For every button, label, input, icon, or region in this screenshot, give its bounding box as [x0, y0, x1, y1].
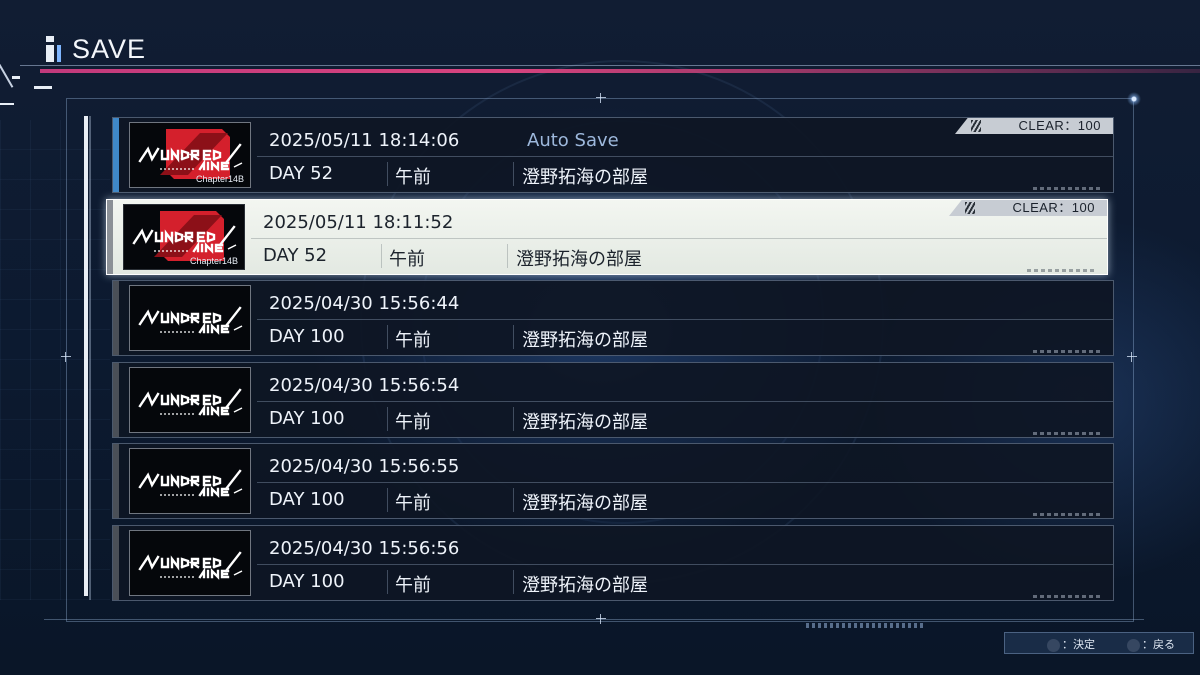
- header-tick: [34, 86, 52, 89]
- save-slot[interactable]: Chapter14B 2025/05/11 18:14:06 Auto Save DA…: [112, 117, 1114, 193]
- slot-divider: [257, 156, 1113, 157]
- save-day: DAY 52: [263, 245, 328, 266]
- save-date: 2025/04/30 15:56:55: [269, 456, 460, 477]
- scrollbar-track: [89, 116, 91, 600]
- save-time-of-day: 午前: [395, 575, 431, 596]
- slot-divider: [257, 401, 1113, 402]
- save-date: 2025/04/30 15:56:44: [269, 293, 460, 314]
- auto-save-label: Auto Save: [527, 130, 619, 151]
- slot-decoration: [1033, 595, 1103, 598]
- save-location: 澄野拓海の部屋: [522, 167, 648, 188]
- save-thumbnail: [129, 448, 251, 514]
- header-divider: [20, 65, 1200, 66]
- save-time-of-day: 午前: [395, 493, 431, 514]
- slot-decoration: [1033, 187, 1103, 190]
- save-slot[interactable]: 2025/04/30 15:56:44 DAY 100 午前 澄野拓海の部屋: [112, 280, 1114, 356]
- slot-separator: [387, 162, 388, 186]
- slot-separator: [387, 407, 388, 431]
- frame-crosshair: [1127, 352, 1137, 362]
- save-thumbnail: Chapter14B: [123, 204, 245, 270]
- slot-decoration: [1033, 350, 1103, 353]
- slot-separator: [381, 244, 382, 268]
- slot-separator: [387, 488, 388, 512]
- footer-divider: [44, 619, 1144, 620]
- save-slot[interactable]: 2025/04/30 15:56:55 DAY 100 午前 澄野拓海の部屋: [112, 443, 1114, 519]
- header-accent-line: [40, 69, 1200, 73]
- frame-crosshair: [596, 93, 606, 103]
- slot-separator: [513, 325, 514, 349]
- save-date: 2025/04/30 15:56:54: [269, 375, 460, 396]
- save-thumbnail: Chapter14B: [129, 122, 251, 188]
- save-location: 澄野拓海の部屋: [522, 575, 648, 596]
- save-slot[interactable]: 2025/04/30 15:56:54 DAY 100 午前 澄野拓海の部屋: [112, 362, 1114, 438]
- confirm-hint[interactable]: ：決定: [1047, 636, 1095, 652]
- frame-crosshair: [61, 352, 71, 362]
- slot-accent: [113, 118, 119, 192]
- save-day: DAY 100: [269, 489, 345, 510]
- slot-separator: [387, 325, 388, 349]
- slot-separator: [513, 407, 514, 431]
- slot-divider: [257, 319, 1113, 320]
- save-thumbnail: [129, 367, 251, 433]
- slot-decoration: [1027, 269, 1097, 272]
- back-button-icon: [1127, 638, 1140, 652]
- save-slot[interactable]: Chapter14B 2025/05/11 18:11:52 DAY 52 午前 澄野拓…: [106, 199, 1108, 275]
- save-location: 澄野拓海の部屋: [522, 412, 648, 433]
- scrollbar[interactable]: [84, 116, 92, 600]
- slot-divider: [257, 482, 1113, 483]
- save-day: DAY 100: [269, 571, 345, 592]
- clear-badge: CLEAR：100: [955, 118, 1113, 134]
- slot-separator: [513, 488, 514, 512]
- slot-accent: [113, 281, 119, 355]
- thumbnail-chapter: Chapter14B: [195, 174, 244, 184]
- slot-divider: [257, 564, 1113, 565]
- slot-accent: [113, 444, 119, 518]
- scrollbar-thumb[interactable]: [84, 116, 88, 596]
- save-info-icon: [44, 36, 66, 62]
- save-day: DAY 100: [269, 408, 345, 429]
- header-tick: [0, 103, 14, 105]
- confirm-button-icon: [1047, 638, 1060, 652]
- header: SAVE: [0, 0, 1200, 105]
- frame-corner-glow: [1127, 92, 1141, 106]
- footer-decoration: [806, 623, 926, 628]
- slot-accent: [113, 363, 119, 437]
- save-date: 2025/05/11 18:11:52: [263, 212, 454, 233]
- slot-separator: [387, 570, 388, 594]
- save-time-of-day: 午前: [395, 330, 431, 351]
- slot-decoration: [1033, 513, 1103, 516]
- clear-label: CLEAR：100: [1012, 200, 1095, 215]
- slot-divider: [251, 238, 1107, 239]
- save-time-of-day: 午前: [389, 249, 425, 270]
- save-day: DAY 52: [269, 163, 334, 184]
- save-thumbnail: [129, 285, 251, 351]
- slot-accent: [113, 526, 119, 600]
- clear-label: CLEAR：100: [1018, 118, 1101, 133]
- save-date: 2025/05/11 18:14:06: [269, 130, 460, 151]
- save-time-of-day: 午前: [395, 167, 431, 188]
- save-thumbnail: [129, 530, 251, 596]
- slot-separator: [513, 570, 514, 594]
- slot-separator: [513, 162, 514, 186]
- page-title: SAVE: [72, 34, 147, 64]
- save-time-of-day: 午前: [395, 412, 431, 433]
- save-slot[interactable]: 2025/04/30 15:56:56 DAY 100 午前 澄野拓海の部屋: [112, 525, 1114, 601]
- slot-accent: [107, 200, 113, 274]
- back-label: ：戻る: [1142, 638, 1175, 651]
- confirm-label: ：決定: [1062, 638, 1095, 651]
- save-date: 2025/04/30 15:56:56: [269, 538, 460, 559]
- back-hint[interactable]: ：戻る: [1127, 636, 1175, 652]
- save-day: DAY 100: [269, 326, 345, 347]
- save-location: 澄野拓海の部屋: [516, 249, 642, 270]
- slot-decoration: [1033, 432, 1103, 435]
- save-location: 澄野拓海の部屋: [522, 493, 648, 514]
- header-tick: [12, 76, 20, 79]
- slot-separator: [507, 244, 508, 268]
- button-guide: ：決定 ：戻る: [1004, 632, 1194, 654]
- clear-badge: CLEAR：100: [949, 200, 1107, 216]
- save-location: 澄野拓海の部屋: [522, 330, 648, 351]
- thumbnail-chapter: Chapter14B: [189, 256, 238, 266]
